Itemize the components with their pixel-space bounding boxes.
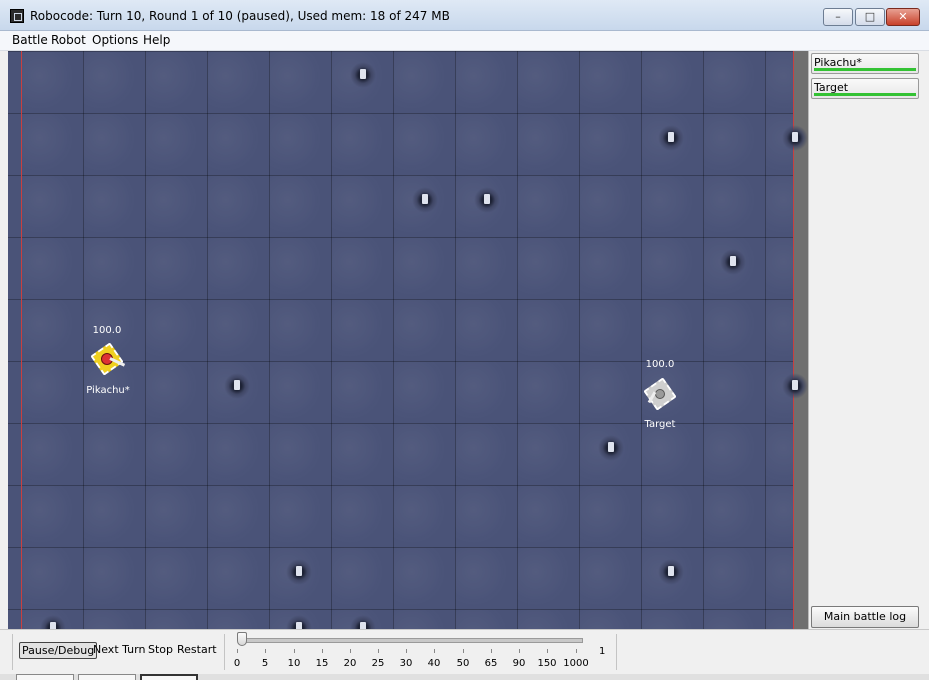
explosion-mark bbox=[782, 373, 808, 399]
tps-tick bbox=[491, 649, 492, 653]
tps-tick bbox=[378, 649, 379, 653]
tps-tick-label: 0 bbox=[233, 658, 241, 669]
explosion-mark bbox=[474, 187, 500, 213]
tps-tick-label: 65 bbox=[484, 658, 498, 669]
next-turn-button[interactable]: Next Turn bbox=[91, 642, 147, 657]
explosion-mark bbox=[658, 125, 684, 151]
stop-button[interactable]: Stop bbox=[146, 642, 175, 657]
tps-tick-label: 40 bbox=[427, 658, 441, 669]
explosion-mark bbox=[40, 615, 66, 629]
tps-tick-label: 25 bbox=[371, 658, 385, 669]
arena: 100.0 Pikachu* 100.0 Target bbox=[8, 51, 808, 629]
tps-tick bbox=[434, 649, 435, 653]
status-tab[interactable] bbox=[140, 674, 198, 680]
energy-bar bbox=[814, 68, 916, 71]
window-edge bbox=[921, 51, 929, 629]
minimize-icon: – bbox=[835, 10, 841, 23]
tps-tick bbox=[294, 649, 295, 653]
explosion-mark bbox=[224, 373, 250, 399]
toolbar-separator bbox=[616, 634, 617, 670]
close-button[interactable]: ✕ bbox=[886, 8, 920, 26]
robot-name-pikachu: Pikachu* bbox=[86, 385, 130, 396]
tps-tick bbox=[265, 649, 266, 653]
tps-tick bbox=[463, 649, 464, 653]
tps-tick bbox=[237, 649, 238, 653]
explosion-mark bbox=[782, 125, 808, 151]
explosion-mark bbox=[412, 187, 438, 213]
control-toolbar: Pause/Debug Next Turn Stop Restart 0 5 10 1… bbox=[0, 629, 929, 675]
tps-tick-label: 50 bbox=[456, 658, 470, 669]
tps-tick bbox=[547, 649, 548, 653]
robot-energy-pikachu: 100.0 bbox=[92, 325, 122, 336]
robot-energy-target: 100.0 bbox=[645, 359, 675, 370]
robot-button-target[interactable]: Target bbox=[811, 78, 919, 99]
arena-wall-left bbox=[21, 51, 22, 629]
maximize-button[interactable]: □ bbox=[855, 8, 885, 26]
robot-name-target: Target bbox=[644, 419, 676, 430]
status-tab[interactable] bbox=[78, 674, 136, 680]
tps-tick bbox=[519, 649, 520, 653]
status-tab[interactable] bbox=[16, 674, 74, 680]
explosion-mark bbox=[658, 559, 684, 585]
explosion-mark bbox=[286, 559, 312, 585]
tps-tick-label: 90 bbox=[512, 658, 526, 669]
tps-tick-label: 1000 bbox=[563, 658, 589, 669]
explosion-mark bbox=[598, 435, 624, 461]
tps-tick-label: 5 bbox=[261, 658, 269, 669]
tps-slider-track[interactable] bbox=[243, 638, 583, 643]
minimize-button[interactable]: – bbox=[823, 8, 853, 26]
tps-tick bbox=[350, 649, 351, 653]
tps-tick-label: 15 bbox=[315, 658, 329, 669]
menu-robot[interactable]: Robot bbox=[51, 33, 86, 47]
menu-options[interactable]: Options bbox=[92, 33, 138, 47]
energy-bar bbox=[814, 93, 916, 96]
tps-tick bbox=[322, 649, 323, 653]
tps-value: 1 bbox=[599, 646, 606, 657]
explosion-mark bbox=[286, 615, 312, 629]
restart-button[interactable]: Restart bbox=[175, 642, 219, 657]
tps-tick-label: 150 bbox=[537, 658, 557, 669]
menu-help[interactable]: Help bbox=[143, 33, 170, 47]
robot-list-panel: Pikachu* Target Main battle log bbox=[808, 51, 922, 629]
tps-tick bbox=[576, 649, 577, 653]
tps-tick-label: 20 bbox=[343, 658, 357, 669]
tps-tick bbox=[406, 649, 407, 653]
explosion-mark bbox=[720, 249, 746, 275]
tps-slider-thumb[interactable] bbox=[237, 632, 247, 646]
title-bar: Robocode: Turn 10, Round 1 of 10 (paused… bbox=[0, 0, 929, 31]
window-title: Robocode: Turn 10, Round 1 of 10 (paused… bbox=[30, 9, 450, 23]
turret bbox=[655, 389, 665, 399]
battle-view[interactable]: 100.0 Pikachu* 100.0 Target bbox=[8, 51, 808, 629]
menu-battle[interactable]: Battle bbox=[12, 33, 48, 47]
robot-button-pikachu[interactable]: Pikachu* bbox=[811, 53, 919, 74]
robot-target[interactable] bbox=[643, 377, 677, 411]
app-icon bbox=[10, 9, 24, 23]
tps-tick-label: 10 bbox=[287, 658, 301, 669]
robot-pikachu[interactable] bbox=[90, 342, 126, 376]
explosion-mark bbox=[350, 62, 376, 88]
maximize-icon: □ bbox=[864, 10, 876, 23]
pause-debug-button[interactable]: Pause/Debug bbox=[19, 642, 98, 659]
toolbar-separator bbox=[12, 634, 13, 670]
tps-tick-label: 30 bbox=[399, 658, 413, 669]
close-icon: ✕ bbox=[898, 10, 908, 23]
menu-bar: Battle Robot Options Help bbox=[0, 31, 929, 51]
main-battle-log-button[interactable]: Main battle log bbox=[811, 606, 919, 628]
explosion-mark bbox=[350, 615, 376, 629]
